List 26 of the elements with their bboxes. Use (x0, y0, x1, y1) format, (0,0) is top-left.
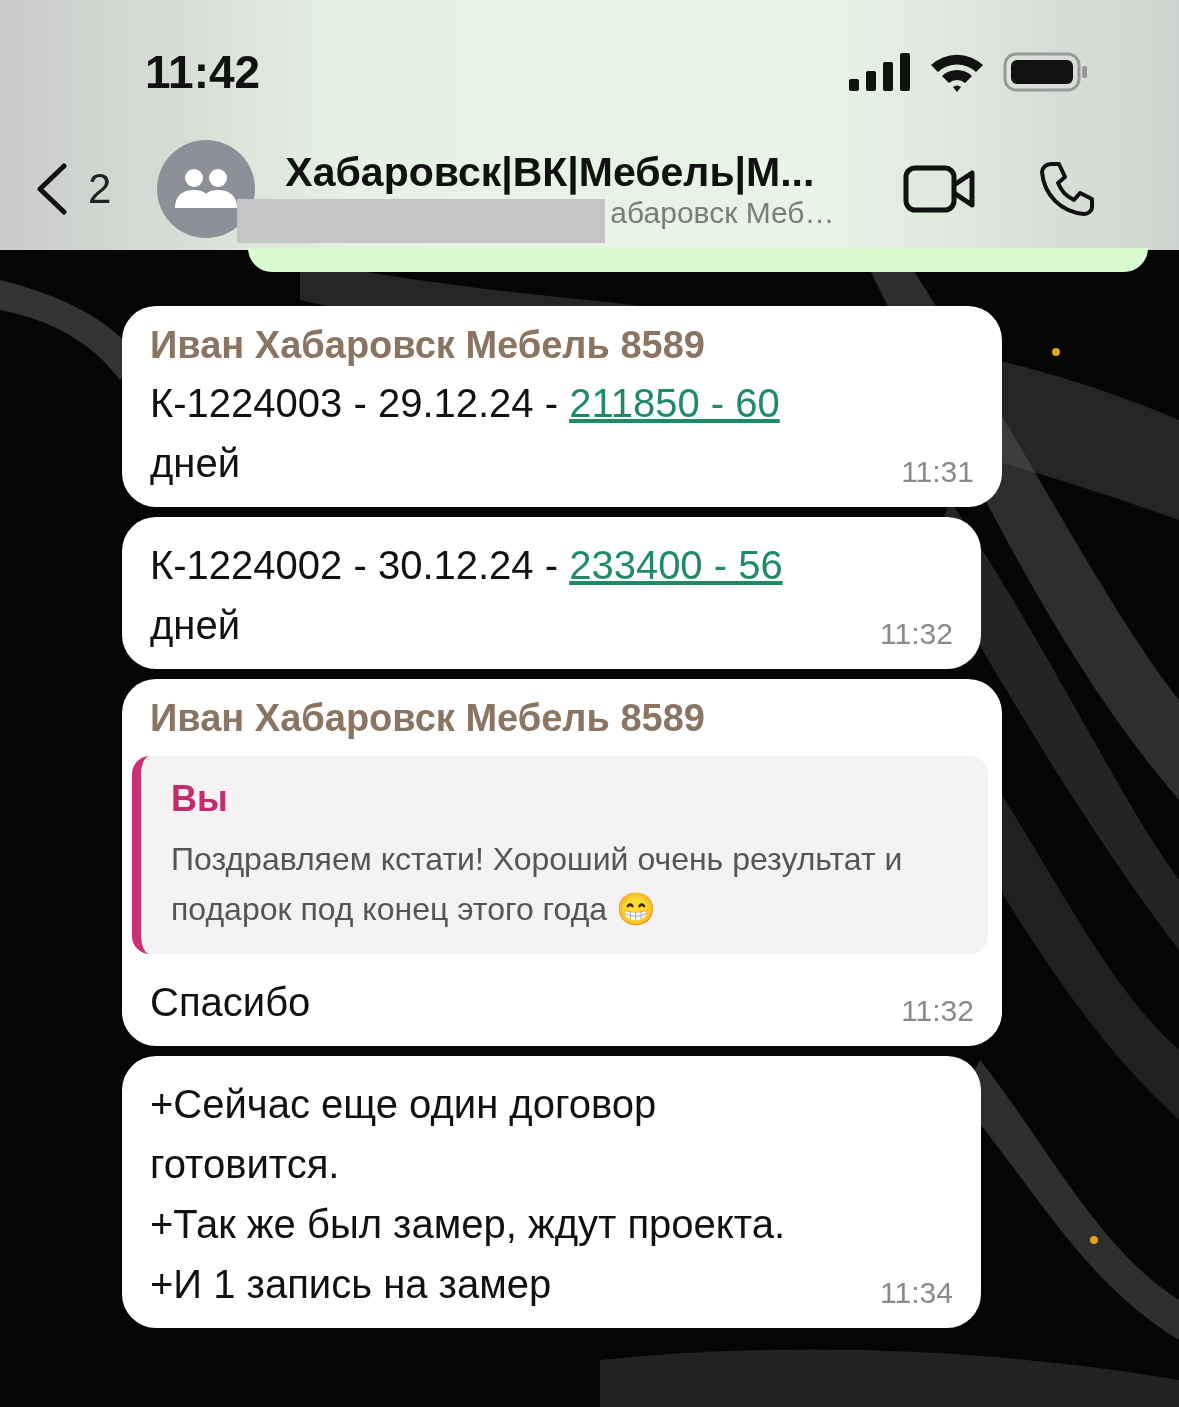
people-icon (175, 168, 238, 210)
chat-title[interactable]: Хабаровск|ВК|Мебель|М... (285, 148, 876, 196)
phone-link[interactable]: 233400 - 56 (569, 543, 783, 587)
message-time: 11:32 (900, 994, 974, 1028)
quote-author: Вы (171, 778, 229, 820)
sender-name: Иван Хабаровск Мебель 8589 (150, 697, 706, 740)
phone-icon[interactable] (1039, 161, 1096, 217)
message-text: К-1224002 - 30.12.24 - 233400 - 56 дней (150, 542, 784, 649)
signal-icon (849, 53, 911, 91)
quoted-message[interactable]: Вы Поздравляем кстати! Хороший очень результат и подарок под конец этого года 😁 (132, 756, 988, 954)
message-time: 11:34 (879, 1276, 953, 1310)
message-text: К-1224003 - 29.12.24 - 211850 - 60 дней (150, 380, 781, 487)
quote-text: Поздравляем кстати! Хороший очень результат и подарок под конец этого года 😁 (171, 840, 904, 929)
sender-name: Иван Хабаровск Мебель 8589 (150, 324, 706, 367)
message-time: 11:32 (879, 617, 953, 651)
message-time: 11:31 (900, 455, 974, 489)
unread-count: 2 (88, 165, 112, 213)
message-text: Спасибо (150, 979, 311, 1026)
status-time: 11:42 (145, 45, 262, 99)
back-icon[interactable] (34, 163, 68, 215)
battery-icon (1003, 52, 1089, 92)
chat-subtitle: абаровск Меб… (610, 195, 835, 230)
wifi-icon (929, 52, 985, 92)
message-text: +Сейчас еще один договор готовится. +Так же был замер, ждут проекта. +И 1 запись на замер (150, 1081, 786, 1308)
phone-link[interactable]: 211850 - 60 (569, 381, 780, 425)
video-call-icon[interactable] (903, 165, 976, 213)
